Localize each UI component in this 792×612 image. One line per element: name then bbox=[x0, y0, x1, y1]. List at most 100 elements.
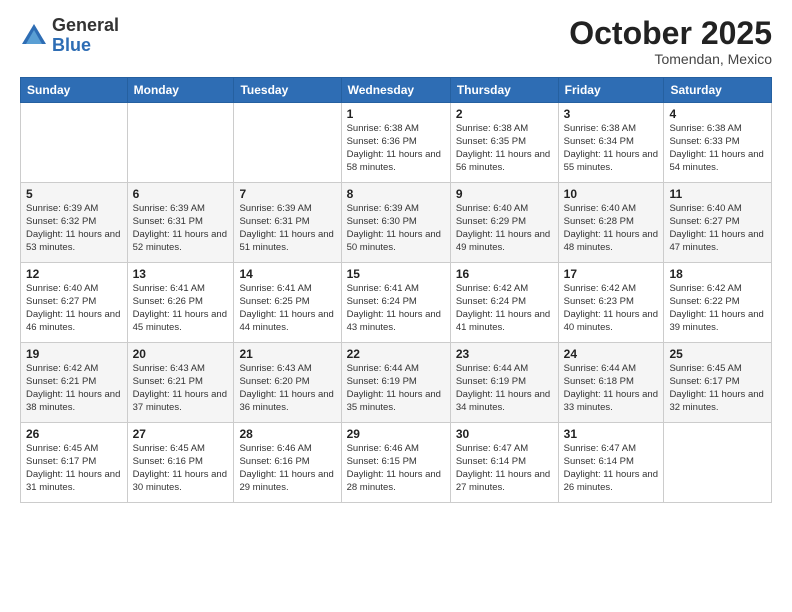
day-number: 12 bbox=[26, 267, 122, 281]
day-info: Sunrise: 6:41 AMSunset: 6:26 PMDaylight:… bbox=[133, 283, 229, 334]
day-number: 7 bbox=[239, 187, 335, 201]
month-title: October 2025 bbox=[569, 16, 772, 51]
col-tuesday: Tuesday bbox=[234, 78, 341, 103]
calendar: Sunday Monday Tuesday Wednesday Thursday… bbox=[20, 77, 772, 503]
day-info: Sunrise: 6:43 AMSunset: 6:20 PMDaylight:… bbox=[239, 363, 335, 414]
calendar-cell: 15 Sunrise: 6:41 AMSunset: 6:24 PMDaylig… bbox=[341, 263, 450, 343]
day-number: 31 bbox=[564, 427, 659, 441]
day-info: Sunrise: 6:47 AMSunset: 6:14 PMDaylight:… bbox=[456, 443, 553, 494]
day-number: 5 bbox=[26, 187, 122, 201]
calendar-cell: 28 Sunrise: 6:46 AMSunset: 6:16 PMDaylig… bbox=[234, 423, 341, 503]
calendar-cell: 18 Sunrise: 6:42 AMSunset: 6:22 PMDaylig… bbox=[664, 263, 772, 343]
day-number: 24 bbox=[564, 347, 659, 361]
day-number: 8 bbox=[347, 187, 445, 201]
day-number: 21 bbox=[239, 347, 335, 361]
day-info: Sunrise: 6:42 AMSunset: 6:24 PMDaylight:… bbox=[456, 283, 553, 334]
day-number: 19 bbox=[26, 347, 122, 361]
day-info: Sunrise: 6:38 AMSunset: 6:33 PMDaylight:… bbox=[669, 123, 766, 174]
logo: General Blue bbox=[20, 16, 119, 56]
day-number: 2 bbox=[456, 107, 553, 121]
col-monday: Monday bbox=[127, 78, 234, 103]
day-info: Sunrise: 6:45 AMSunset: 6:17 PMDaylight:… bbox=[669, 363, 766, 414]
day-number: 10 bbox=[564, 187, 659, 201]
day-info: Sunrise: 6:47 AMSunset: 6:14 PMDaylight:… bbox=[564, 443, 659, 494]
header: General Blue October 2025 Tomendan, Mexi… bbox=[20, 16, 772, 67]
col-sunday: Sunday bbox=[21, 78, 128, 103]
calendar-cell: 21 Sunrise: 6:43 AMSunset: 6:20 PMDaylig… bbox=[234, 343, 341, 423]
calendar-cell: 29 Sunrise: 6:46 AMSunset: 6:15 PMDaylig… bbox=[341, 423, 450, 503]
calendar-cell: 13 Sunrise: 6:41 AMSunset: 6:26 PMDaylig… bbox=[127, 263, 234, 343]
day-info: Sunrise: 6:40 AMSunset: 6:27 PMDaylight:… bbox=[669, 203, 766, 254]
calendar-week-row: 26 Sunrise: 6:45 AMSunset: 6:17 PMDaylig… bbox=[21, 423, 772, 503]
calendar-cell bbox=[234, 103, 341, 183]
day-info: Sunrise: 6:42 AMSunset: 6:22 PMDaylight:… bbox=[669, 283, 766, 334]
day-number: 15 bbox=[347, 267, 445, 281]
col-wednesday: Wednesday bbox=[341, 78, 450, 103]
calendar-cell: 24 Sunrise: 6:44 AMSunset: 6:18 PMDaylig… bbox=[558, 343, 664, 423]
calendar-cell: 9 Sunrise: 6:40 AMSunset: 6:29 PMDayligh… bbox=[450, 183, 558, 263]
day-number: 13 bbox=[133, 267, 229, 281]
day-number: 26 bbox=[26, 427, 122, 441]
calendar-cell: 23 Sunrise: 6:44 AMSunset: 6:19 PMDaylig… bbox=[450, 343, 558, 423]
calendar-cell: 17 Sunrise: 6:42 AMSunset: 6:23 PMDaylig… bbox=[558, 263, 664, 343]
calendar-cell: 26 Sunrise: 6:45 AMSunset: 6:17 PMDaylig… bbox=[21, 423, 128, 503]
calendar-cell: 14 Sunrise: 6:41 AMSunset: 6:25 PMDaylig… bbox=[234, 263, 341, 343]
day-info: Sunrise: 6:38 AMSunset: 6:36 PMDaylight:… bbox=[347, 123, 445, 174]
day-info: Sunrise: 6:40 AMSunset: 6:29 PMDaylight:… bbox=[456, 203, 553, 254]
calendar-cell bbox=[21, 103, 128, 183]
day-number: 18 bbox=[669, 267, 766, 281]
day-info: Sunrise: 6:40 AMSunset: 6:27 PMDaylight:… bbox=[26, 283, 122, 334]
day-info: Sunrise: 6:39 AMSunset: 6:32 PMDaylight:… bbox=[26, 203, 122, 254]
day-info: Sunrise: 6:46 AMSunset: 6:16 PMDaylight:… bbox=[239, 443, 335, 494]
calendar-cell bbox=[127, 103, 234, 183]
calendar-cell: 25 Sunrise: 6:45 AMSunset: 6:17 PMDaylig… bbox=[664, 343, 772, 423]
day-info: Sunrise: 6:39 AMSunset: 6:30 PMDaylight:… bbox=[347, 203, 445, 254]
calendar-cell: 3 Sunrise: 6:38 AMSunset: 6:34 PMDayligh… bbox=[558, 103, 664, 183]
day-info: Sunrise: 6:41 AMSunset: 6:25 PMDaylight:… bbox=[239, 283, 335, 334]
calendar-cell: 10 Sunrise: 6:40 AMSunset: 6:28 PMDaylig… bbox=[558, 183, 664, 263]
day-number: 11 bbox=[669, 187, 766, 201]
calendar-week-row: 5 Sunrise: 6:39 AMSunset: 6:32 PMDayligh… bbox=[21, 183, 772, 263]
calendar-cell: 22 Sunrise: 6:44 AMSunset: 6:19 PMDaylig… bbox=[341, 343, 450, 423]
calendar-cell: 5 Sunrise: 6:39 AMSunset: 6:32 PMDayligh… bbox=[21, 183, 128, 263]
day-number: 1 bbox=[347, 107, 445, 121]
day-info: Sunrise: 6:42 AMSunset: 6:23 PMDaylight:… bbox=[564, 283, 659, 334]
day-info: Sunrise: 6:41 AMSunset: 6:24 PMDaylight:… bbox=[347, 283, 445, 334]
calendar-cell: 1 Sunrise: 6:38 AMSunset: 6:36 PMDayligh… bbox=[341, 103, 450, 183]
day-info: Sunrise: 6:42 AMSunset: 6:21 PMDaylight:… bbox=[26, 363, 122, 414]
calendar-week-row: 19 Sunrise: 6:42 AMSunset: 6:21 PMDaylig… bbox=[21, 343, 772, 423]
day-number: 27 bbox=[133, 427, 229, 441]
calendar-cell: 2 Sunrise: 6:38 AMSunset: 6:35 PMDayligh… bbox=[450, 103, 558, 183]
calendar-cell: 19 Sunrise: 6:42 AMSunset: 6:21 PMDaylig… bbox=[21, 343, 128, 423]
logo-general: General bbox=[52, 16, 119, 36]
calendar-cell: 6 Sunrise: 6:39 AMSunset: 6:31 PMDayligh… bbox=[127, 183, 234, 263]
title-block: October 2025 Tomendan, Mexico bbox=[569, 16, 772, 67]
day-number: 30 bbox=[456, 427, 553, 441]
day-info: Sunrise: 6:46 AMSunset: 6:15 PMDaylight:… bbox=[347, 443, 445, 494]
calendar-cell: 20 Sunrise: 6:43 AMSunset: 6:21 PMDaylig… bbox=[127, 343, 234, 423]
day-number: 9 bbox=[456, 187, 553, 201]
day-number: 16 bbox=[456, 267, 553, 281]
day-number: 29 bbox=[347, 427, 445, 441]
day-number: 28 bbox=[239, 427, 335, 441]
day-number: 6 bbox=[133, 187, 229, 201]
calendar-header-row: Sunday Monday Tuesday Wednesday Thursday… bbox=[21, 78, 772, 103]
day-number: 3 bbox=[564, 107, 659, 121]
calendar-cell bbox=[664, 423, 772, 503]
calendar-cell: 27 Sunrise: 6:45 AMSunset: 6:16 PMDaylig… bbox=[127, 423, 234, 503]
day-number: 23 bbox=[456, 347, 553, 361]
day-number: 14 bbox=[239, 267, 335, 281]
day-info: Sunrise: 6:40 AMSunset: 6:28 PMDaylight:… bbox=[564, 203, 659, 254]
day-number: 17 bbox=[564, 267, 659, 281]
calendar-cell: 12 Sunrise: 6:40 AMSunset: 6:27 PMDaylig… bbox=[21, 263, 128, 343]
logo-icon bbox=[20, 22, 48, 50]
logo-text: General Blue bbox=[52, 16, 119, 56]
day-number: 20 bbox=[133, 347, 229, 361]
day-info: Sunrise: 6:39 AMSunset: 6:31 PMDaylight:… bbox=[133, 203, 229, 254]
day-info: Sunrise: 6:44 AMSunset: 6:19 PMDaylight:… bbox=[456, 363, 553, 414]
calendar-week-row: 1 Sunrise: 6:38 AMSunset: 6:36 PMDayligh… bbox=[21, 103, 772, 183]
day-info: Sunrise: 6:44 AMSunset: 6:19 PMDaylight:… bbox=[347, 363, 445, 414]
page: General Blue October 2025 Tomendan, Mexi… bbox=[0, 0, 792, 612]
calendar-cell: 8 Sunrise: 6:39 AMSunset: 6:30 PMDayligh… bbox=[341, 183, 450, 263]
calendar-cell: 30 Sunrise: 6:47 AMSunset: 6:14 PMDaylig… bbox=[450, 423, 558, 503]
